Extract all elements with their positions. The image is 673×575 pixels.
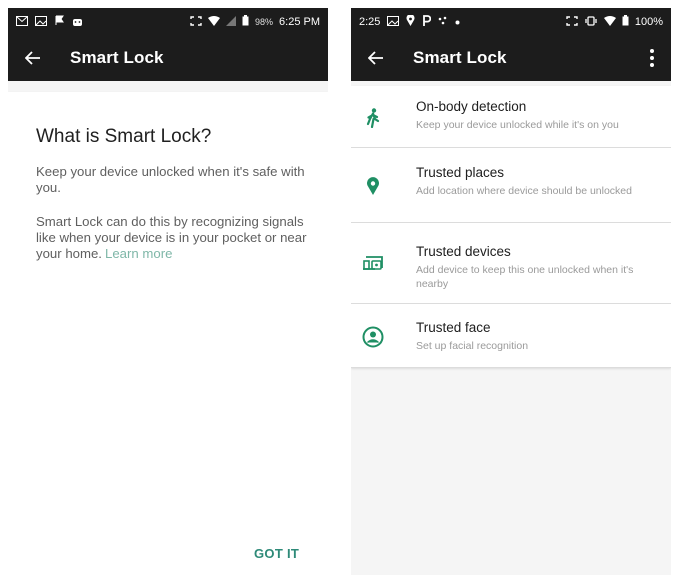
card-paragraph-2: Smart Lock can do this by recognizing si… bbox=[36, 214, 308, 262]
got-it-button[interactable]: GOT IT bbox=[254, 546, 299, 561]
status-bar: 98% 6:25 PM bbox=[8, 8, 328, 35]
list-item-trusted-devices[interactable]: Trusted devices Add device to keep this … bbox=[351, 223, 671, 304]
back-arrow-icon[interactable] bbox=[22, 47, 44, 69]
left-screen: 98% 6:25 PM Smart Lock What is Smart Loc… bbox=[8, 8, 328, 575]
list-item-trusted-places[interactable]: Trusted places Add location where device… bbox=[351, 148, 671, 223]
mail-icon bbox=[16, 15, 28, 28]
face-icon bbox=[361, 325, 385, 349]
location-pin-icon bbox=[361, 174, 385, 198]
status-bar: 2:25 100% bbox=[351, 8, 671, 35]
location-icon bbox=[406, 14, 415, 28]
learn-more-link[interactable]: Learn more bbox=[105, 246, 172, 261]
item-title: Trusted places bbox=[416, 165, 505, 180]
item-title: On-body detection bbox=[416, 99, 527, 114]
wifi-icon bbox=[208, 15, 221, 28]
list-item-on-body-detection[interactable]: On-body detection Keep your device unloc… bbox=[351, 86, 671, 148]
app-icon bbox=[438, 16, 448, 28]
walking-person-icon bbox=[361, 106, 385, 130]
image-icon bbox=[35, 15, 47, 28]
battery-icon bbox=[622, 15, 629, 28]
overflow-menu-icon[interactable] bbox=[643, 47, 661, 69]
item-title: Trusted devices bbox=[416, 244, 511, 259]
devices-icon bbox=[361, 251, 385, 275]
battery-percent: 98% bbox=[255, 16, 274, 27]
wifi-icon bbox=[603, 15, 616, 28]
back-arrow-icon[interactable] bbox=[365, 47, 387, 69]
status-time: 2:25 bbox=[359, 15, 381, 28]
fullscreen-icon bbox=[190, 15, 202, 28]
battery-icon bbox=[242, 15, 249, 28]
flag-icon bbox=[54, 15, 65, 28]
signal-icon bbox=[226, 15, 237, 28]
card-heading: What is Smart Lock? bbox=[36, 126, 212, 147]
item-subtitle: Add location where device should be unlo… bbox=[416, 185, 632, 197]
app-bar: Smart Lock bbox=[8, 35, 328, 81]
parking-icon bbox=[422, 15, 432, 28]
page-title: Smart Lock bbox=[70, 48, 164, 67]
smart-lock-info-card: What is Smart Lock? Keep your device unl… bbox=[8, 92, 328, 575]
page-title: Smart Lock bbox=[413, 48, 507, 67]
battery-percent: 100% bbox=[634, 15, 663, 28]
item-subtitle: Set up facial recognition bbox=[416, 340, 529, 352]
vibrate-icon bbox=[584, 15, 598, 28]
smart-lock-options-list: On-body detection Keep your device unloc… bbox=[351, 86, 671, 368]
android-icon bbox=[72, 16, 83, 28]
dot-icon bbox=[455, 16, 460, 27]
list-item-trusted-face[interactable]: Trusted face Set up facial recognition bbox=[351, 304, 671, 368]
fullscreen-icon bbox=[566, 15, 578, 28]
item-title: Trusted face bbox=[416, 320, 491, 335]
app-bar: Smart Lock bbox=[351, 35, 671, 81]
status-time: 6:25 PM bbox=[279, 15, 320, 28]
item-subtitle: Add device to keep this one unlocked whe… bbox=[416, 264, 634, 290]
card-paragraph-1: Keep your device unlocked when it's safe… bbox=[36, 164, 305, 195]
image-icon bbox=[387, 15, 400, 28]
right-screen: 2:25 100% Smart Lock On-body detection K… bbox=[351, 8, 671, 575]
item-subtitle: Keep your device unlocked while it's on … bbox=[416, 119, 619, 131]
